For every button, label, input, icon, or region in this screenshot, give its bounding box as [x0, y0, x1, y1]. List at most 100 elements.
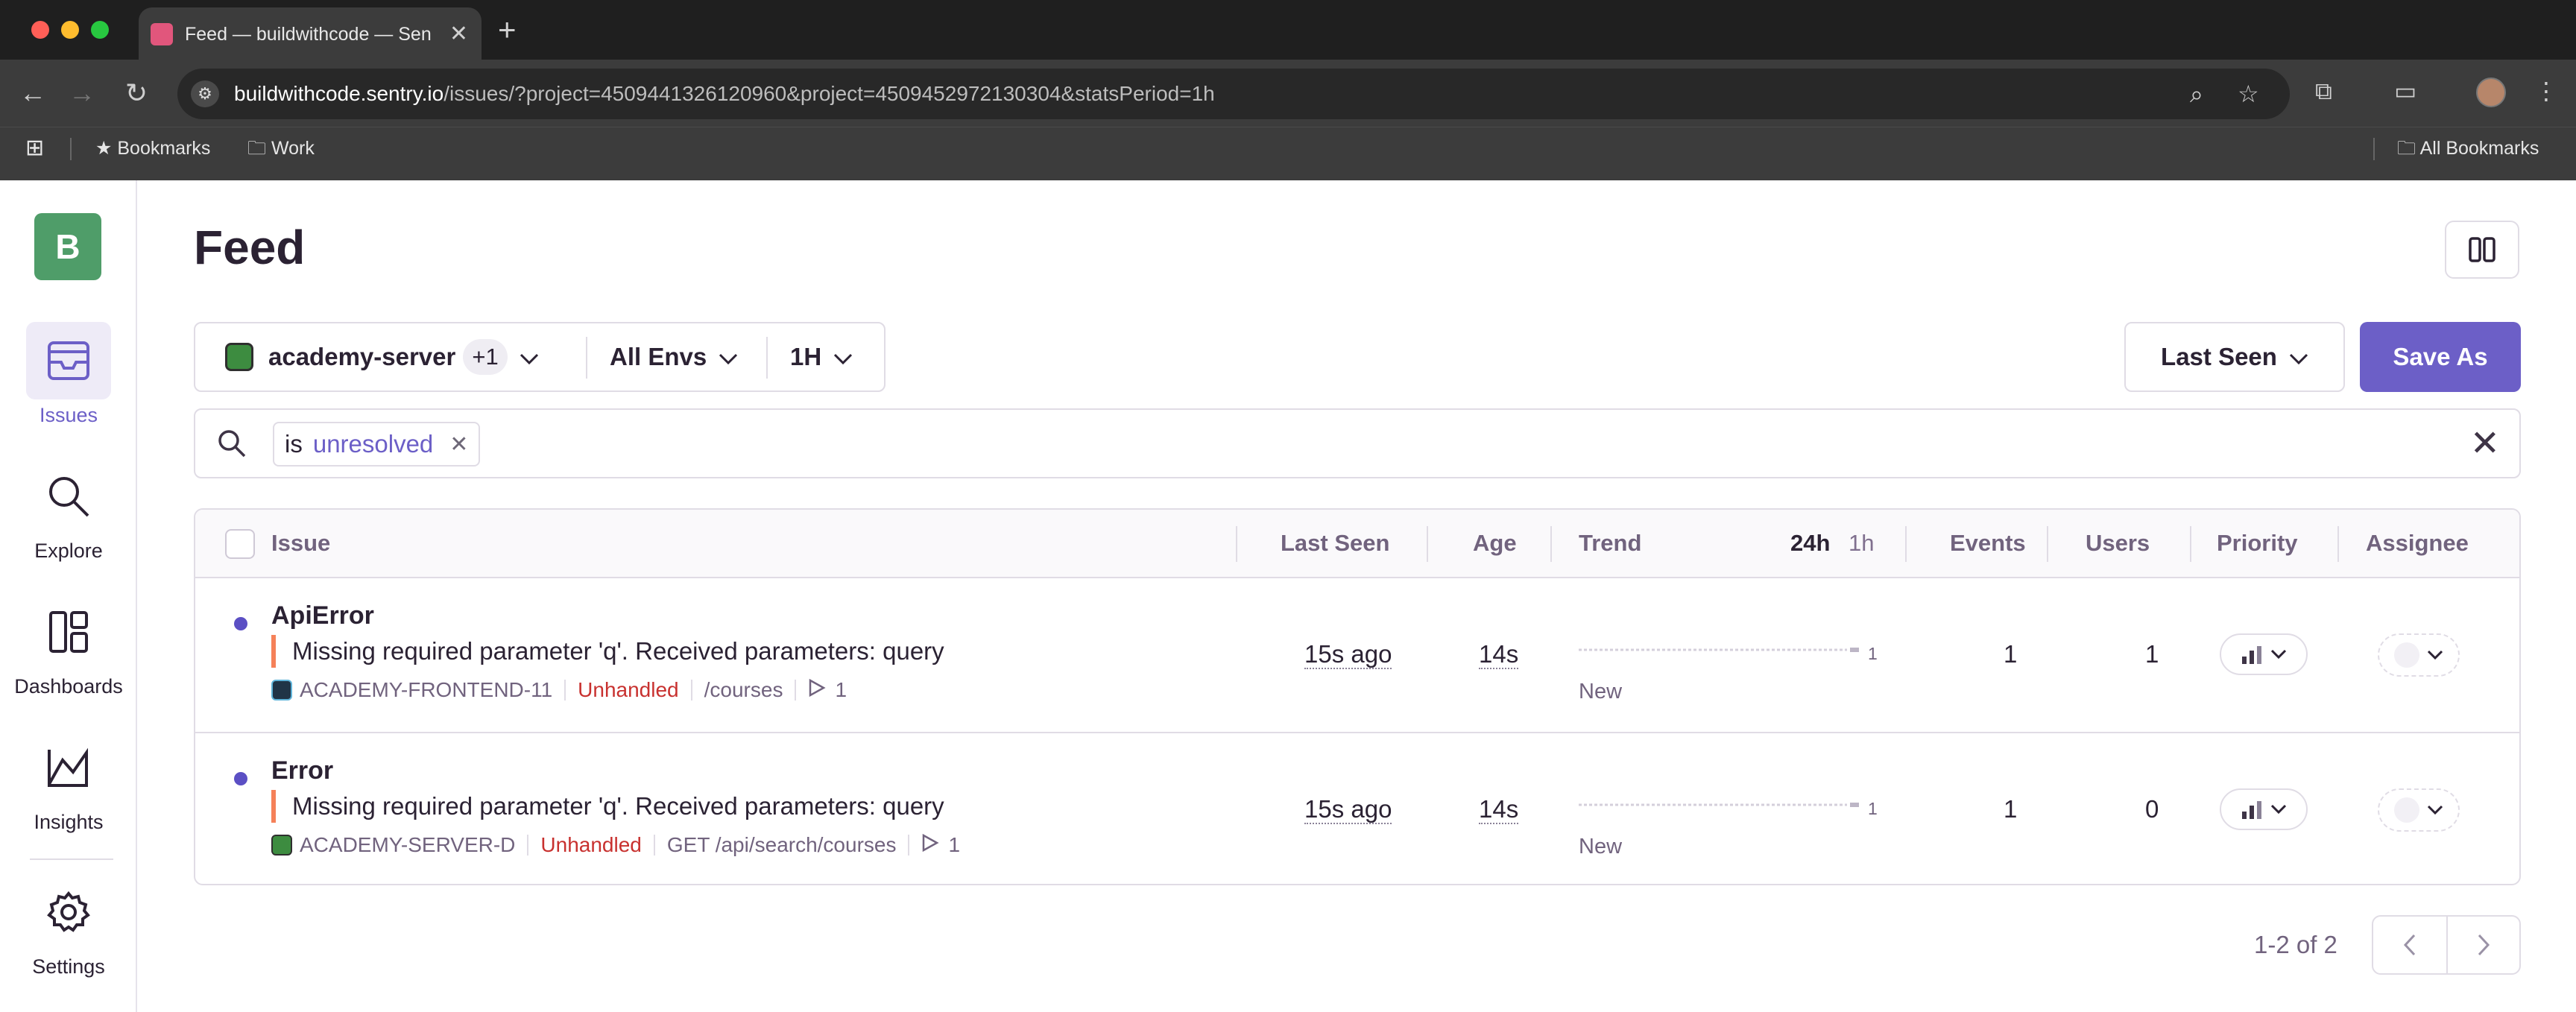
token-remove-icon[interactable]: ✕	[449, 431, 468, 458]
column-header-last-seen[interactable]: Last Seen	[1281, 510, 1389, 577]
chevron-left-icon	[2403, 934, 2416, 956]
filter-divider	[586, 337, 587, 379]
token-key: is	[285, 430, 303, 458]
clear-search-icon[interactable]: ✕	[2470, 423, 2500, 465]
replay-icon	[921, 833, 940, 858]
menu-icon[interactable]: ⋮	[2534, 76, 2558, 106]
replay-icon	[808, 678, 827, 703]
page-title: Feed	[194, 221, 306, 274]
tab-close-icon[interactable]: ✕	[449, 19, 468, 49]
browser-tab[interactable]: Feed — buildwithcode — Sentry ✕	[139, 7, 482, 60]
bookmarks-link[interactable]: ★ Bookmarks	[95, 127, 210, 169]
project-platform-icon	[225, 343, 253, 371]
filter-divider	[766, 337, 768, 379]
events-count: 1	[2004, 795, 2018, 823]
bookmark-star-icon[interactable]: ☆	[2238, 79, 2259, 109]
zoom-icon[interactable]: ⌕	[2190, 79, 2203, 109]
issue-title[interactable]: Error	[271, 754, 333, 787]
priority-dropdown[interactable]	[2220, 633, 2308, 675]
date-range-selector[interactable]: 1H	[790, 323, 853, 390]
table-header: Issue Last Seen Age Trend 24h 1h Events …	[195, 510, 2519, 578]
sidebar-item-issues[interactable]: Issues	[0, 322, 137, 427]
window-zoom-button[interactable]	[91, 21, 109, 39]
replay-count[interactable]: 1	[948, 833, 960, 857]
sidebar-item-label: Dashboards	[14, 675, 123, 698]
issue-title[interactable]: ApiError	[271, 599, 374, 632]
address-bar[interactable]: ⚙ buildwithcode.sentry.io/issues/?projec…	[177, 69, 2290, 119]
meta-separator	[527, 835, 529, 856]
table-row[interactable]: Error Missing required parameter 'q'. Re…	[195, 732, 2519, 884]
unassigned-avatar	[2394, 797, 2419, 823]
sidebar-item-label: Settings	[32, 955, 105, 978]
url-text[interactable]: buildwithcode.sentry.io/issues/?project=…	[234, 69, 1215, 119]
sort-value: Last Seen	[2161, 343, 2277, 370]
column-header-events[interactable]: Events	[1950, 510, 2026, 577]
sidebar-item-insights[interactable]: Insights	[0, 729, 137, 834]
meta-separator	[795, 680, 797, 701]
project-selector[interactable]: academy-server +1	[225, 323, 539, 390]
work-folder-link[interactable]: 🗀 Work	[247, 127, 315, 169]
column-header-trend[interactable]: Trend	[1579, 510, 1641, 577]
react-icon	[271, 680, 292, 701]
issues-table: Issue Last Seen Age Trend 24h 1h Events …	[194, 508, 2521, 885]
all-bookmarks-link[interactable]: 🗀 All Bookmarks	[2397, 127, 2539, 169]
sidebar-item-explore[interactable]: Explore	[0, 458, 137, 563]
priority-dropdown[interactable]	[2220, 788, 2308, 830]
insights-icon	[26, 729, 111, 806]
chevron-down-icon	[2270, 804, 2287, 815]
site-info-icon[interactable]: ⚙	[191, 80, 219, 107]
select-all-checkbox[interactable]	[225, 529, 255, 559]
search-filter-token[interactable]: is unresolved ✕	[273, 422, 481, 467]
trend-max-label: 1	[1868, 644, 1878, 663]
save-as-button[interactable]: Save As	[2360, 322, 2521, 392]
org-avatar[interactable]: B	[34, 213, 101, 280]
project-count-badge: +1	[463, 339, 508, 375]
token-value[interactable]: unresolved	[313, 430, 433, 458]
sidebar-item-dashboards[interactable]: Dashboards	[0, 593, 137, 698]
column-divider	[1550, 526, 1552, 562]
profile-avatar[interactable]	[2476, 78, 2506, 107]
forward-icon[interactable]: →	[69, 76, 95, 110]
table-row[interactable]: ApiError Missing required parameter 'q'.…	[195, 578, 2519, 732]
tab-search-icon[interactable]: ▭	[2394, 76, 2416, 106]
date-range-value: 1H	[790, 343, 822, 370]
extensions-icon[interactable]: ⧉	[2315, 76, 2332, 106]
next-page-button[interactable]	[2446, 917, 2519, 973]
replay-count[interactable]: 1	[835, 678, 847, 702]
assignee-selector[interactable]	[2378, 633, 2460, 677]
meta-separator	[908, 835, 910, 856]
trend-sparkline	[1579, 648, 1859, 652]
column-divider	[2047, 526, 2048, 562]
window-minimize-button[interactable]	[61, 21, 79, 39]
reload-icon[interactable]: ↻	[125, 76, 148, 110]
trend-new-label: New	[1579, 835, 1623, 858]
unread-indicator	[234, 772, 247, 785]
previous-page-button[interactable]	[2373, 917, 2446, 973]
layout-toggle-button[interactable]	[2445, 221, 2519, 279]
age-value: 14s	[1479, 640, 1519, 669]
folder-icon: 🗀	[2397, 138, 2416, 159]
trend-period-24h[interactable]: 24h	[1790, 510, 1830, 577]
issue-short-id[interactable]: ACADEMY-FRONTEND-11	[300, 678, 552, 702]
issue-meta: ACADEMY-FRONTEND-11 Unhandled /courses 1	[271, 675, 847, 705]
trend-period-1h[interactable]: 1h	[1849, 510, 1874, 577]
column-header-priority[interactable]: Priority	[2217, 510, 2298, 577]
column-header-users[interactable]: Users	[2086, 510, 2150, 577]
sort-dropdown[interactable]: Last Seen	[2124, 322, 2345, 392]
back-icon[interactable]: ←	[19, 76, 46, 110]
new-tab-button[interactable]: +	[498, 12, 517, 48]
window-close-button[interactable]	[31, 21, 49, 39]
trend-new-label: New	[1579, 680, 1623, 703]
environment-selector[interactable]: All Envs	[610, 323, 738, 390]
meta-separator	[564, 680, 566, 701]
assignee-selector[interactable]	[2378, 788, 2460, 832]
apps-grid-icon[interactable]: ⊞	[25, 127, 44, 169]
project-name: academy-server	[268, 343, 456, 370]
tab-title: Feed — buildwithcode — Sentry	[185, 24, 431, 45]
age-value: 14s	[1479, 795, 1519, 824]
column-header-age[interactable]: Age	[1473, 510, 1517, 577]
sidebar-item-settings[interactable]: Settings	[0, 873, 137, 978]
unread-indicator	[234, 617, 247, 630]
issue-short-id[interactable]: ACADEMY-SERVER-D	[300, 833, 515, 857]
issue-search-bar[interactable]: is unresolved ✕ ✕	[194, 408, 2521, 478]
